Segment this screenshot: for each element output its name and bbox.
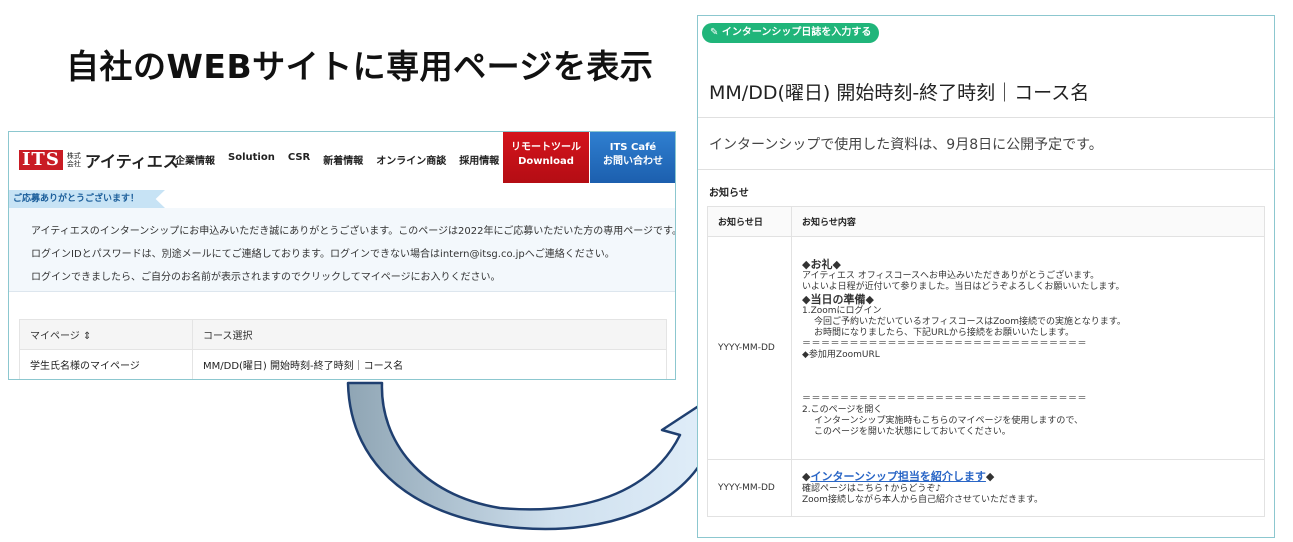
news-date: YYYY-MM-DD [707,236,792,460]
thanks-line-1: アイティエス オフィスコースへお申込みいただきありがとうございます。 [802,271,1100,281]
thanks-line-2: いよいよ日程が近付いて参りました。当日はどうぞよろしくお願いいたします。 [802,282,1125,292]
zoom-url-label[interactable]: ◆参加用ZoomURL [802,350,1254,361]
material-publish-note: インターンシップで使用した資料は、9月8日に公開予定です。 [709,137,1103,153]
news-table: お知らせ日 お知らせ内容 YYYY-MM-DD ◆お礼◆ アイティエス オフィス… [707,206,1265,517]
news-content: ◆お礼◆ アイティエス オフィスコースへお申込みいただきありがとうございます。 … [791,236,1265,460]
section-heading-preparation: ◆当日の準備◆ [802,293,874,306]
staff-introduction-link[interactable]: インターンシップ担当を紹介します [810,470,985,483]
step-2: 2.このページを開く [802,405,883,415]
step-1-detail-b: お時間になりましたら、下記URLから接続をお願いいたします。 [814,328,1074,338]
divider [698,169,1274,170]
step-2-detail-b: このページを開いた状態にしておいてください。 [814,427,1011,437]
step-2-detail-a: インターンシップ実施時もこちらのマイページを使用しますので、 [814,416,1084,426]
mypage-panel: ✎ インターンシップ日誌を入力する MM/DD(曜日) 開始時刻-終了時刻｜コー… [697,15,1275,538]
table-row: YYYY-MM-DD ◆インターンシップ担当を紹介します◆ 確認ページはこちら↑… [707,459,1265,517]
news-label: お知らせ [709,188,749,199]
link-suffix: ◆ [985,470,995,483]
step-1: 1.Zoomにログイン [802,306,882,316]
diary-input-button[interactable]: ✎ インターンシップ日誌を入力する [702,23,880,43]
section-heading-thanks: ◆お礼◆ [802,258,841,271]
separator-line: ＝＝＝＝＝＝＝＝＝＝＝＝＝＝＝＝＝＝＝＝＝＝＝＝＝＝＝＝＝＝ [802,394,1088,404]
column-header-content: お知らせ内容 [791,206,1265,237]
intro-line-1: 確認ページはこちら↑からどうぞ♪ [802,484,942,494]
course-slot-title: MM/DD(曜日) 開始時刻-終了時刻｜コース名 [709,82,1090,104]
news-header-row: お知らせ日 お知らせ内容 [707,206,1265,237]
news-content: ◆インターンシップ担当を紹介します◆ 確認ページはこちら↑からどうぞ♪ Zoom… [791,459,1265,517]
step-1-detail-a: 今回ご予約いただいているオフィスコースはZoom接続での実施となります。 [814,317,1126,327]
intro-line-2: Zoom接続しながら本人から自己紹介させていただきます。 [802,495,1044,505]
column-header-date: お知らせ日 [707,206,792,237]
table-row: YYYY-MM-DD ◆お礼◆ アイティエス オフィスコースへお申込みいただきあ… [707,236,1265,460]
separator-line: ＝＝＝＝＝＝＝＝＝＝＝＝＝＝＝＝＝＝＝＝＝＝＝＝＝＝＝＝＝＝ [802,339,1088,349]
arrow-shape [346,381,729,531]
news-date: YYYY-MM-DD [707,459,792,517]
divider [698,117,1274,118]
